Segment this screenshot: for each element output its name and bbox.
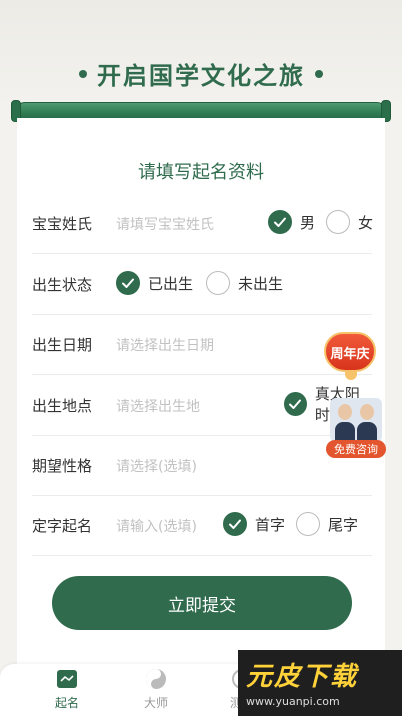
last-char-label: 尾字 bbox=[328, 515, 359, 534]
row-birth-date: 出生日期 请选择出生日期 bbox=[32, 315, 372, 375]
anniversary-label: 周年庆 bbox=[324, 332, 376, 372]
birth-date-picker[interactable]: 请选择出生日期 bbox=[116, 335, 214, 355]
birth-place-picker[interactable]: 请选择出生地 bbox=[116, 396, 200, 416]
fixed-char-label: 定字起名 bbox=[32, 517, 93, 535]
check-icon bbox=[116, 271, 140, 295]
birth-place-label: 出生地点 bbox=[32, 397, 93, 415]
tab-naming-label: 起名 bbox=[54, 696, 79, 710]
last-char-option[interactable]: 尾字 bbox=[296, 511, 358, 537]
tab-master[interactable]: 大师 bbox=[126, 668, 186, 714]
master-icon bbox=[145, 668, 167, 690]
free-consult-label: 免费咨询 bbox=[326, 440, 386, 458]
born-option[interactable]: 已出生 bbox=[116, 270, 193, 296]
radio-empty-icon bbox=[296, 512, 320, 536]
personality-picker[interactable]: 请选择(选填) bbox=[116, 456, 197, 476]
birth-status-label: 出生状态 bbox=[32, 276, 93, 294]
consultants-avatar bbox=[330, 398, 382, 442]
check-icon bbox=[223, 512, 247, 536]
unborn-label: 未出生 bbox=[238, 274, 284, 293]
gender-female-option[interactable]: 女 bbox=[326, 209, 373, 235]
unborn-option[interactable]: 未出生 bbox=[206, 270, 283, 296]
row-birth-status: 出生状态 已出生 未出生 bbox=[32, 255, 372, 315]
watermark: 元皮下载 www.yuanpi.com bbox=[238, 650, 402, 716]
born-label: 已出生 bbox=[148, 274, 194, 293]
form-title: 请填写起名资料 bbox=[138, 162, 264, 183]
row-fixed-char: 定字起名 请输入(选填) 首字 尾字 bbox=[32, 496, 372, 556]
form-card: 请填写起名资料 宝宝姓氏 请填写宝宝姓氏 男 女 出生状态 已出生 未出生 出生… bbox=[17, 118, 385, 666]
submit-button[interactable]: 立即提交 bbox=[52, 576, 352, 630]
banner-title: 开启国学文化之旅 bbox=[0, 56, 402, 91]
first-char-label: 首字 bbox=[255, 515, 286, 534]
banner-title-text: 开启国学文化之旅 bbox=[97, 62, 305, 90]
check-icon bbox=[268, 210, 292, 234]
gender-female-label: 女 bbox=[358, 213, 374, 232]
surname-input[interactable]: 请填写宝宝姓氏 bbox=[116, 214, 214, 234]
naming-icon bbox=[56, 668, 78, 690]
watermark-main: 元皮下载 bbox=[246, 662, 359, 692]
tab-naming[interactable]: 起名 bbox=[37, 668, 97, 714]
gender-male-label: 男 bbox=[300, 213, 316, 232]
check-icon bbox=[284, 392, 307, 416]
free-consult-widget[interactable]: 免费咨询 bbox=[326, 398, 386, 460]
row-personality: 期望性格 请选择(选填) bbox=[32, 436, 372, 496]
row-birth-place: 出生地点 请选择出生地 真太阳时 bbox=[32, 376, 372, 436]
dot-icon bbox=[315, 70, 323, 78]
row-surname: 宝宝姓氏 请填写宝宝姓氏 男 女 bbox=[32, 194, 373, 254]
personality-label: 期望性格 bbox=[32, 457, 93, 475]
watermark-url: www.yuanpi.com bbox=[246, 695, 340, 708]
person-body-icon bbox=[335, 422, 355, 440]
surname-label: 宝宝姓氏 bbox=[32, 215, 93, 233]
birth-date-label: 出生日期 bbox=[32, 336, 93, 354]
lantern-tail-icon bbox=[345, 370, 357, 380]
tab-master-label: 大师 bbox=[143, 696, 168, 710]
radio-empty-icon bbox=[326, 210, 350, 234]
radio-empty-icon bbox=[206, 271, 230, 295]
dot-icon bbox=[79, 70, 87, 78]
fixed-char-input[interactable]: 请输入(选填) bbox=[116, 516, 197, 536]
anniversary-badge[interactable]: 周年庆 bbox=[324, 332, 380, 380]
person-head-icon bbox=[338, 404, 352, 420]
person-head-icon bbox=[360, 404, 374, 420]
person-body-icon bbox=[357, 422, 377, 440]
gender-male-option[interactable]: 男 bbox=[268, 209, 315, 235]
first-char-option[interactable]: 首字 bbox=[223, 511, 285, 537]
background-decoration bbox=[0, 0, 402, 110]
